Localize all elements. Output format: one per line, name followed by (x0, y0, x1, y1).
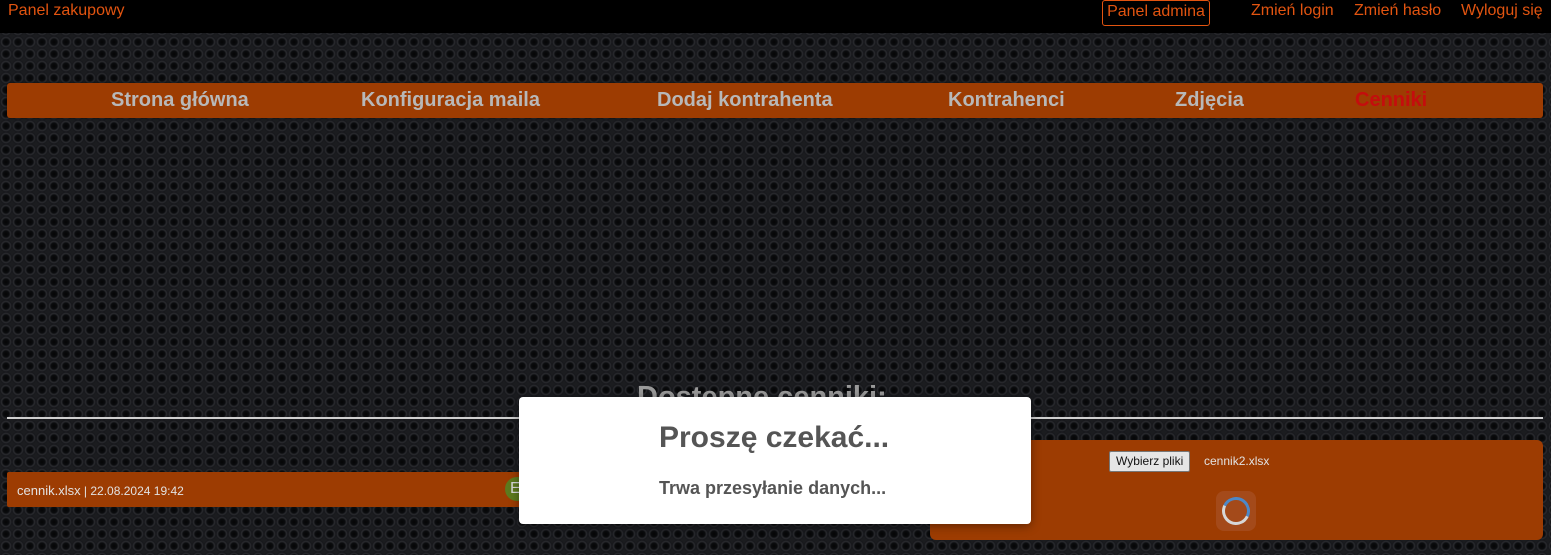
spinner-icon (1218, 493, 1254, 529)
admin-panel-button[interactable]: Panel admina (1102, 0, 1210, 26)
change-login-link[interactable]: Zmień login (1251, 2, 1334, 20)
nav-price-lists[interactable]: Cenniki (1355, 89, 1427, 112)
nav-mail-config[interactable]: Konfiguracja maila (361, 89, 540, 112)
nav-contractors[interactable]: Kontrahenci (948, 89, 1065, 112)
nav-photos[interactable]: Zdjęcia (1175, 89, 1244, 112)
main-nav: Strona główna Konfiguracja maila Dodaj k… (7, 83, 1543, 118)
modal-message: Trwa przesyłanie danych... (659, 478, 887, 498)
chosen-file-name: cennik2.xlsx (1204, 454, 1270, 468)
nav-add-contractor[interactable]: Dodaj kontrahenta (657, 89, 833, 112)
brand-link[interactable]: Panel zakupowy (8, 2, 125, 20)
file-name[interactable]: cennik.xlsx (17, 483, 81, 498)
file-date: 22.08.2024 19:42 (90, 484, 184, 498)
choose-files-button[interactable]: Wybierz pliki (1109, 451, 1191, 472)
list-item: cennik.xlsx | 22.08.2024 19:42 E (7, 472, 527, 507)
change-password-link[interactable]: Zmień hasło (1354, 2, 1441, 20)
modal-title: Proszę czekać... (659, 421, 890, 454)
loading-indicator (1216, 491, 1256, 531)
nav-home[interactable]: Strona główna (111, 89, 249, 112)
loading-modal: Proszę czekać... Trwa przesyłanie danych… (519, 397, 1031, 524)
top-bar: Panel zakupowy Panel admina Zmień login … (0, 0, 1551, 33)
file-entry: cennik.xlsx | 22.08.2024 19:42 (17, 483, 184, 498)
file-separator: | (80, 484, 91, 498)
logout-link[interactable]: Wyloguj się (1461, 2, 1543, 20)
